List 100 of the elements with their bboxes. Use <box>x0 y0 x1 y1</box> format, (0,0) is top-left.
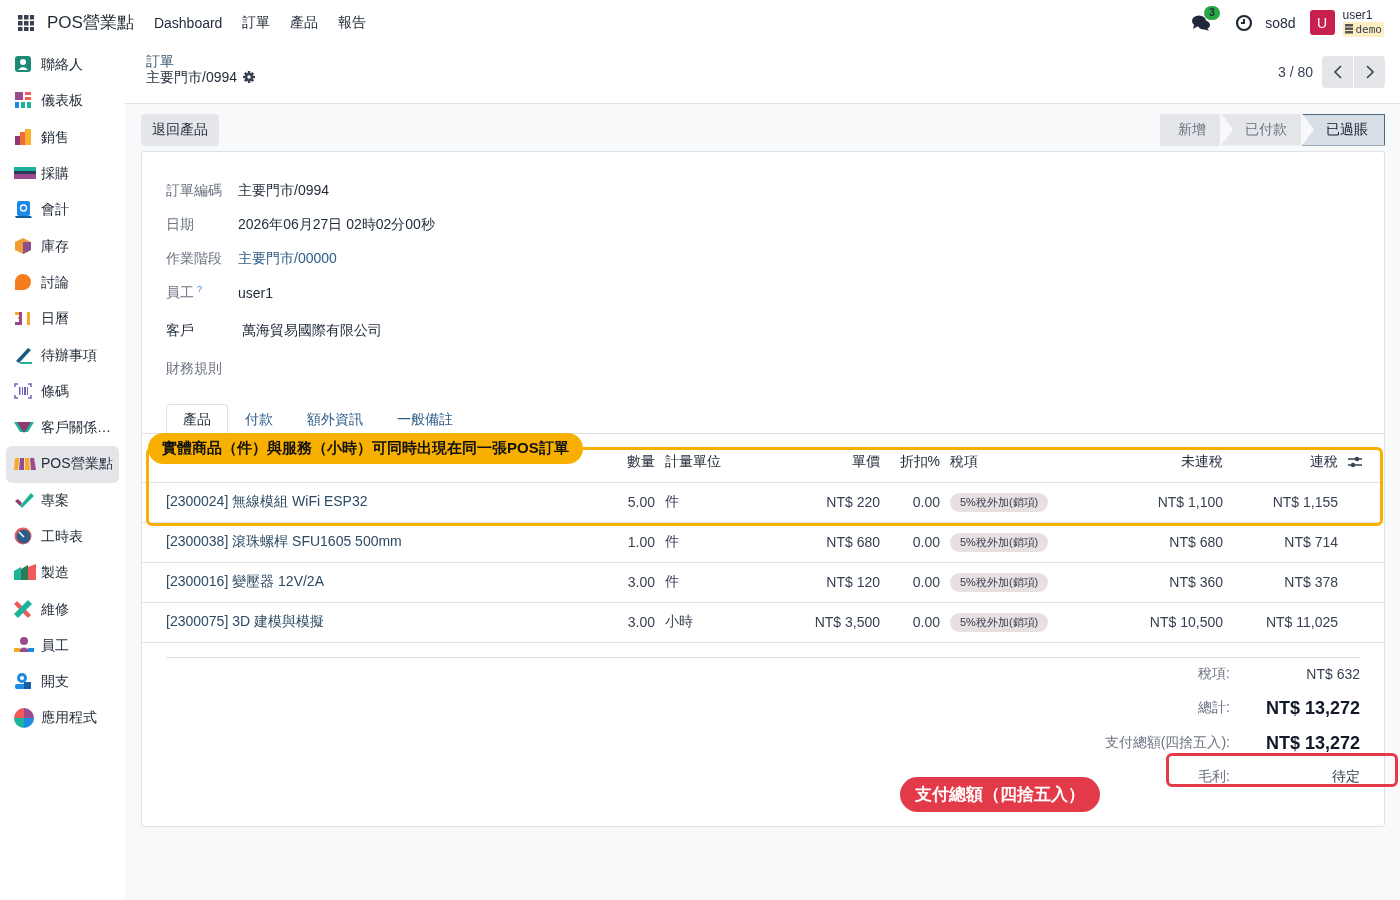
sliders-icon <box>1348 455 1362 468</box>
menu-item[interactable]: Dashboard <box>153 14 223 31</box>
sidebar-item[interactable]: 銷售 <box>6 119 119 156</box>
table-cell: NT$ 378 <box>1228 562 1343 602</box>
breadcrumb-link[interactable]: 訂單 <box>146 53 256 69</box>
database-icon <box>1344 24 1353 34</box>
gear-icon <box>243 71 256 83</box>
apps-menu-button[interactable] <box>18 14 34 31</box>
table-cell: NT$ 1,155 <box>1228 482 1343 522</box>
column-header[interactable]: 單價 <box>740 434 885 482</box>
clock-icon <box>1235 13 1254 32</box>
menu-item[interactable]: 訂單 <box>242 13 271 32</box>
total-label: 稅項: <box>1197 665 1230 683</box>
notebook-tab[interactable]: 額外資訊 <box>290 404 380 434</box>
column-header[interactable]: 數量 <box>622 434 660 482</box>
field-label: 訂單編碼 <box>166 182 222 200</box>
sidebar-item[interactable]: 維修 <box>6 591 119 628</box>
message-count-badge: 3 <box>1204 5 1220 20</box>
sidebar-item[interactable]: 專案 <box>6 482 119 519</box>
total-value: NT$ 632 <box>1305 666 1360 682</box>
column-header[interactable]: 稅項 <box>945 434 1100 482</box>
column-options-button[interactable] <box>1348 455 1362 468</box>
field-label: 作業階段 <box>166 250 222 268</box>
status-stage[interactable]: 已過賬 <box>1302 113 1385 146</box>
sidebar-item[interactable]: 客戶關係… <box>6 409 119 447</box>
table-cell: 3.00 <box>622 602 660 642</box>
table-cell: NT$ 10,500 <box>1100 602 1228 642</box>
menu-item[interactable]: 報告 <box>338 13 367 32</box>
sidebar-item[interactable]: 聯絡人 <box>6 47 119 84</box>
table-cell: NT$ 11,025 <box>1228 602 1343 642</box>
callout-label: 支付總額（四捨五入） <box>900 777 1100 812</box>
table-cell: 件 <box>660 522 740 562</box>
field-value: 2026年06月27日 02時02分00秒 <box>238 216 435 234</box>
sidebar-item[interactable]: 討論 <box>6 264 119 302</box>
return-products-button[interactable]: 退回產品 <box>141 113 219 146</box>
product-cell: [2300016] 變壓器 12V/2A <box>142 562 622 602</box>
sidebar-item[interactable]: 庫存 <box>6 228 119 265</box>
app-name[interactable]: POS營業點 <box>47 11 134 34</box>
column-header[interactable]: 未連稅 <box>1100 434 1228 482</box>
session-link[interactable]: 主要門市/00000 <box>238 250 337 268</box>
previous-button[interactable] <box>1322 56 1353 88</box>
notebook-tab[interactable]: 產品 <box>166 404 228 434</box>
column-header[interactable]: 折扣% <box>885 434 945 482</box>
menu-item[interactable]: 產品 <box>290 13 319 32</box>
total-value: 待定 <box>1331 768 1360 786</box>
user-avatar[interactable]: U <box>1309 10 1335 35</box>
status-stage[interactable]: 新增 <box>1160 113 1220 146</box>
sidebar-item[interactable]: 製造 <box>6 555 119 592</box>
table-cell: 小時 <box>660 602 740 642</box>
settings-button[interactable] <box>243 71 256 83</box>
table-cell: 5.00 <box>622 482 660 522</box>
table-cell: 0.00 <box>885 482 945 522</box>
field-label: 員工 <box>166 284 194 302</box>
table-cell: 件 <box>660 482 740 522</box>
sidebar-item[interactable]: 條碼 <box>6 373 119 410</box>
chevron-right-icon <box>1364 65 1375 79</box>
company-name[interactable]: so8d <box>1265 14 1296 31</box>
sidebar-item[interactable]: 採購 <box>6 155 119 193</box>
table-cell: 0.00 <box>885 602 945 642</box>
user-name: user1 <box>1342 8 1374 22</box>
notebook-tab[interactable]: 一般備註 <box>380 404 470 434</box>
table-cell: NT$ 120 <box>740 562 885 602</box>
help-tooltip-mark[interactable]: ? <box>197 284 202 294</box>
tax-tag: 5%稅外加(銷項) <box>950 532 1049 552</box>
product-cell: [2300075] 3D 建模與模擬 <box>142 602 622 642</box>
total-label: 毛利: <box>1197 768 1230 786</box>
product-cell: [2300024] 無線模組 WiFi ESP32 <box>142 482 622 522</box>
chevron-left-icon <box>1332 65 1343 79</box>
total-label: 總計: <box>1197 699 1230 717</box>
check-mark-icon <box>14 490 36 511</box>
sidebar-item[interactable]: 儀表板 <box>6 83 119 120</box>
table-cell: 0.00 <box>885 562 945 602</box>
sidebar-item[interactable]: 工時表 <box>6 518 119 556</box>
column-header[interactable]: 連稅 <box>1228 434 1343 482</box>
sidebar-item[interactable]: POS營業點 <box>6 446 119 483</box>
sidebar-item[interactable]: 開支 <box>6 664 119 701</box>
field-label: 日期 <box>166 216 194 234</box>
table-cell: 1.00 <box>622 522 660 562</box>
grid-icon <box>18 14 34 31</box>
column-header[interactable]: 計量單位 <box>660 434 740 482</box>
field-label: 客戶 <box>166 322 194 340</box>
field-value: 主要門市/0994 <box>238 182 330 200</box>
color-wheel-icon <box>14 708 36 729</box>
sidebar-item[interactable]: 日曆 <box>6 301 119 338</box>
sidebar-item[interactable]: 應用程式 <box>6 700 119 737</box>
table-cell: NT$ 360 <box>1100 562 1228 602</box>
field-value: 萬海貿易國際有限公司 <box>242 322 382 340</box>
sidebar-item[interactable]: 會計 <box>6 192 119 229</box>
database-tag: demo <box>1342 21 1384 37</box>
tax-tag: 5%稅外加(銷項) <box>950 492 1049 512</box>
status-stage[interactable]: 已付款 <box>1221 113 1301 146</box>
field-label: 財務規則 <box>166 360 222 378</box>
next-button[interactable] <box>1354 56 1385 88</box>
notebook-tab[interactable]: 付款 <box>228 404 290 434</box>
activity-button[interactable] <box>1235 13 1254 32</box>
field-value: user1 <box>238 285 274 301</box>
sidebar-item[interactable]: 待辦事項 <box>6 337 119 374</box>
total-value: NT$ 13,272 <box>1264 697 1360 719</box>
table-cell: NT$ 680 <box>740 522 885 562</box>
sidebar-item[interactable]: 員工 <box>6 627 119 665</box>
